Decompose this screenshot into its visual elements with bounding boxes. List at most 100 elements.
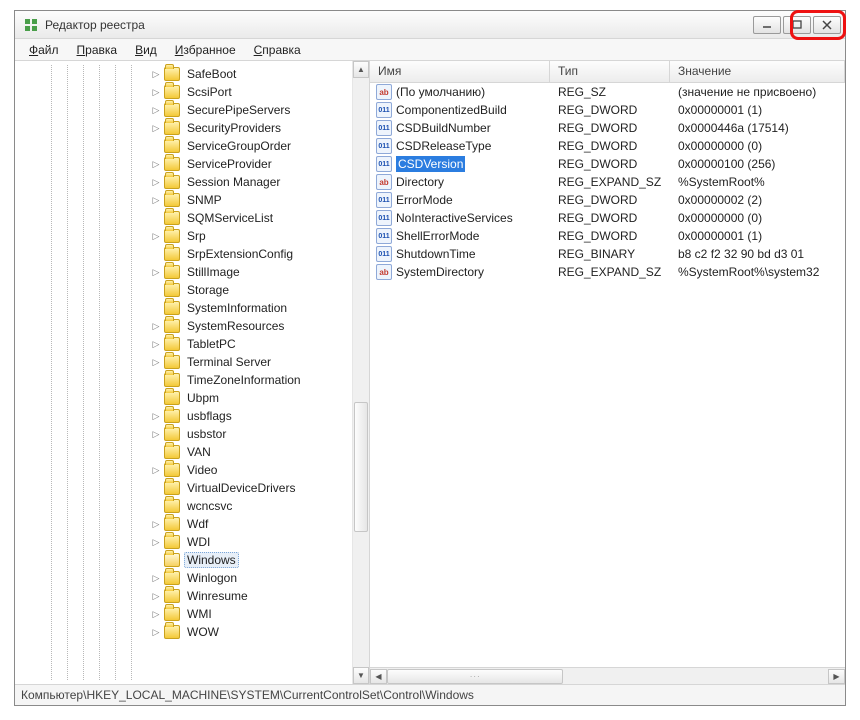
scroll-track[interactable]: ··· bbox=[387, 669, 828, 684]
expand-icon[interactable]: ▷ bbox=[150, 123, 162, 134]
expand-icon[interactable]: ▷ bbox=[150, 429, 162, 440]
tree-vertical-scrollbar[interactable]: ▲ ▼ bbox=[352, 61, 369, 684]
value-name: Directory bbox=[396, 175, 444, 189]
folder-icon bbox=[164, 103, 180, 117]
tree-item[interactable]: ▷Video bbox=[15, 461, 369, 479]
tree-item[interactable]: ▷ScsiPort bbox=[15, 83, 369, 101]
expand-icon[interactable]: ▷ bbox=[150, 465, 162, 476]
expand-icon[interactable]: ▷ bbox=[150, 69, 162, 80]
tree-item[interactable]: ▷WDI bbox=[15, 533, 369, 551]
expand-icon[interactable]: ▷ bbox=[150, 519, 162, 530]
tree-item-label: SrpExtensionConfig bbox=[184, 246, 296, 262]
tree-item[interactable]: wcncsvc bbox=[15, 497, 369, 515]
tree-item[interactable]: VAN bbox=[15, 443, 369, 461]
value-row[interactable]: 011CSDBuildNumberREG_DWORD0x0000446a (17… bbox=[370, 119, 845, 137]
scroll-up-button[interactable]: ▲ bbox=[353, 61, 369, 78]
tree-item[interactable]: ▷usbflags bbox=[15, 407, 369, 425]
column-header-type[interactable]: Тип bbox=[550, 61, 670, 82]
tree-item[interactable]: ServiceGroupOrder bbox=[15, 137, 369, 155]
tree-item[interactable]: ▷Srp bbox=[15, 227, 369, 245]
tree-item[interactable]: TimeZoneInformation bbox=[15, 371, 369, 389]
value-row[interactable]: ab(По умолчанию)REG_SZ(значение не присв… bbox=[370, 83, 845, 101]
value-data: 0x00000000 (0) bbox=[670, 139, 845, 153]
tree-item[interactable]: ▷SNMP bbox=[15, 191, 369, 209]
tree-item[interactable]: ▷usbstor bbox=[15, 425, 369, 443]
tree-item[interactable]: VirtualDeviceDrivers bbox=[15, 479, 369, 497]
titlebar[interactable]: Редактор реестра bbox=[15, 11, 845, 39]
tree-item[interactable]: ▷ServiceProvider bbox=[15, 155, 369, 173]
value-row[interactable]: 011CSDReleaseTypeREG_DWORD0x00000000 (0) bbox=[370, 137, 845, 155]
expand-icon[interactable]: ▷ bbox=[150, 267, 162, 278]
tree-item[interactable]: ▷Wdf bbox=[15, 515, 369, 533]
tree-item[interactable]: ▷WOW bbox=[15, 623, 369, 641]
close-button[interactable] bbox=[813, 16, 841, 34]
expand-icon[interactable]: ▷ bbox=[150, 627, 162, 638]
tree-item[interactable]: ▷WMI bbox=[15, 605, 369, 623]
value-row[interactable]: 011NoInteractiveServicesREG_DWORD0x00000… bbox=[370, 209, 845, 227]
menu-item[interactable]: Правка bbox=[69, 41, 126, 59]
expand-icon[interactable]: ▷ bbox=[150, 177, 162, 188]
column-header-data[interactable]: Значение bbox=[670, 61, 845, 82]
tree-item[interactable]: ▷SecurityProviders bbox=[15, 119, 369, 137]
tree-item[interactable]: Ubpm bbox=[15, 389, 369, 407]
value-row[interactable]: 011ShutdownTimeREG_BINARYb8 c2 f2 32 90 … bbox=[370, 245, 845, 263]
expand-icon[interactable]: ▷ bbox=[150, 105, 162, 116]
expand-icon[interactable]: ▷ bbox=[150, 339, 162, 350]
tree-item[interactable]: ▷Terminal Server bbox=[15, 353, 369, 371]
menubar: ФайлПравкаВидИзбранноеСправка bbox=[15, 39, 845, 61]
tree-pane[interactable]: ▷SafeBoot▷ScsiPort▷SecurePipeServers▷Sec… bbox=[15, 61, 370, 684]
value-name: ComponentizedBuild bbox=[396, 103, 507, 117]
menu-item[interactable]: Избранное bbox=[167, 41, 244, 59]
tree-item[interactable]: Windows bbox=[15, 551, 369, 569]
list-header[interactable]: Имя Тип Значение bbox=[370, 61, 845, 83]
tree-item[interactable]: ▷SafeBoot bbox=[15, 65, 369, 83]
tree-item[interactable]: ▷TabletPC bbox=[15, 335, 369, 353]
value-row[interactable]: abSystemDirectoryREG_EXPAND_SZ%SystemRoo… bbox=[370, 263, 845, 281]
tree-item[interactable]: ▷Session Manager bbox=[15, 173, 369, 191]
expand-icon[interactable]: ▷ bbox=[150, 195, 162, 206]
scroll-track[interactable] bbox=[353, 78, 369, 667]
value-row[interactable]: abDirectoryREG_EXPAND_SZ%SystemRoot% bbox=[370, 173, 845, 191]
expand-icon[interactable]: ▷ bbox=[150, 609, 162, 620]
expand-icon[interactable]: ▷ bbox=[150, 321, 162, 332]
expand-icon[interactable]: ▷ bbox=[150, 537, 162, 548]
scroll-thumb[interactable]: ··· bbox=[387, 669, 563, 684]
list-body[interactable]: ab(По умолчанию)REG_SZ(значение не присв… bbox=[370, 83, 845, 667]
scroll-right-button[interactable]: ▶ bbox=[828, 669, 845, 684]
column-header-name[interactable]: Имя bbox=[370, 61, 550, 82]
tree-item[interactable]: ▷SecurePipeServers bbox=[15, 101, 369, 119]
expand-icon[interactable]: ▷ bbox=[150, 591, 162, 602]
tree-item-label: Winlogon bbox=[184, 570, 240, 586]
scroll-thumb[interactable] bbox=[354, 402, 368, 532]
value-row[interactable]: 011CSDVersionREG_DWORD0x00000100 (256) bbox=[370, 155, 845, 173]
tree-item[interactable]: SQMServiceList bbox=[15, 209, 369, 227]
expand-icon[interactable]: ▷ bbox=[150, 573, 162, 584]
value-row[interactable]: 011ComponentizedBuildREG_DWORD0x00000001… bbox=[370, 101, 845, 119]
expand-icon[interactable]: ▷ bbox=[150, 231, 162, 242]
menu-item[interactable]: Справка bbox=[246, 41, 309, 59]
minimize-button[interactable] bbox=[753, 16, 781, 34]
value-name: ErrorMode bbox=[396, 193, 453, 207]
tree-item[interactable]: ▷SystemResources bbox=[15, 317, 369, 335]
expand-icon[interactable]: ▷ bbox=[150, 159, 162, 170]
tree-item[interactable]: SrpExtensionConfig bbox=[15, 245, 369, 263]
tree-item[interactable]: ▷Winresume bbox=[15, 587, 369, 605]
value-data: 0x00000000 (0) bbox=[670, 211, 845, 225]
tree-item[interactable]: SystemInformation bbox=[15, 299, 369, 317]
scroll-left-button[interactable]: ◀ bbox=[370, 669, 387, 684]
tree-item[interactable]: ▷StillImage bbox=[15, 263, 369, 281]
value-row[interactable]: 011ErrorModeREG_DWORD0x00000002 (2) bbox=[370, 191, 845, 209]
value-row[interactable]: 011ShellErrorModeREG_DWORD0x00000001 (1) bbox=[370, 227, 845, 245]
menu-item[interactable]: Файл bbox=[21, 41, 67, 59]
list-horizontal-scrollbar[interactable]: ◀ ··· ▶ bbox=[370, 667, 845, 684]
expand-icon[interactable]: ▷ bbox=[150, 87, 162, 98]
folder-icon bbox=[164, 355, 180, 369]
maximize-button[interactable] bbox=[783, 16, 811, 34]
scroll-down-button[interactable]: ▼ bbox=[353, 667, 369, 684]
expand-icon[interactable]: ▷ bbox=[150, 357, 162, 368]
menu-item[interactable]: Вид bbox=[127, 41, 165, 59]
expand-icon[interactable]: ▷ bbox=[150, 411, 162, 422]
tree-item[interactable]: ▷ Winlogon bbox=[15, 569, 369, 587]
tree-item[interactable]: Storage bbox=[15, 281, 369, 299]
folder-icon bbox=[164, 247, 180, 261]
